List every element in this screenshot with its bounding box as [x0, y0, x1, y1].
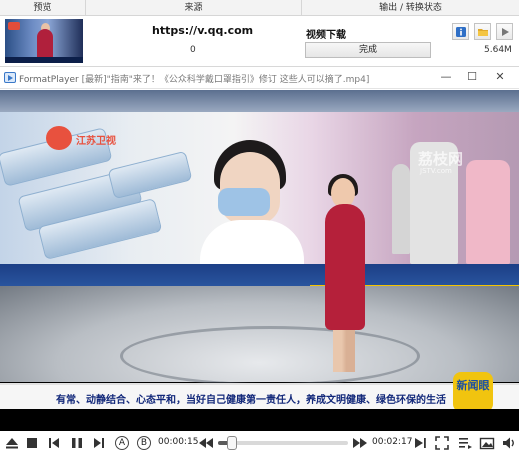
studio-ceiling: [0, 90, 519, 112]
frame-step-icon[interactable]: [412, 435, 428, 451]
watermark-text: 荔枝网: [418, 150, 464, 168]
ticker-text: 有常、动静结合、心态平和，当好自己健康第一责任人，养成文明健康、绿色环保的生活: [56, 395, 446, 406]
pause-icon[interactable]: [69, 435, 85, 451]
player-app-icon: [4, 72, 16, 83]
header-source: 来源: [86, 0, 302, 16]
studio-screen: 江苏卫视 荔枝网 JSTV.com: [0, 112, 519, 264]
task-name: 视频下载: [306, 30, 346, 41]
player-file-title: [最新]"指南"来了！《公众科学戴口罩指引》修订 这些人可以摘了.mp4]: [81, 75, 370, 85]
video-area[interactable]: 江苏卫视 荔枝网 JSTV.com 有常、动静结合、心态平和，当好自己健康第一责…: [0, 90, 519, 431]
maximize-button[interactable]: ☐: [464, 70, 480, 84]
source-count: 0: [190, 45, 196, 55]
task-row[interactable]: https://v.qq.com 0 视频下载 完成 5.64M: [0, 17, 519, 66]
header-preview: 预览: [0, 0, 86, 16]
tv-logo-text: 江苏卫视: [76, 136, 116, 147]
seek-bar[interactable]: [218, 441, 348, 445]
source-url: https://v.qq.com: [152, 24, 254, 37]
b-marker-button[interactable]: B: [137, 436, 151, 450]
playback-controls: A B 00:00:15 00:02:17: [0, 431, 519, 455]
eject-icon[interactable]: [4, 435, 20, 451]
file-size: 5.64M: [484, 45, 512, 55]
open-folder-button[interactable]: [474, 23, 491, 40]
info-icon: [456, 27, 466, 37]
seek-handle[interactable]: [227, 436, 238, 450]
preview-thumbnail[interactable]: [5, 19, 83, 63]
news-ticker: 有常、动静结合、心态平和，当好自己健康第一责任人，养成文明健康、绿色环保的生活: [0, 383, 519, 409]
player-window-title: FormatPlayer [最新]"指南"来了！《公众科学戴口罩指引》修订 这些…: [19, 72, 369, 85]
folder-icon: [478, 29, 488, 36]
play-button[interactable]: [496, 23, 513, 40]
header-output-status: 输出 / 转换状态: [302, 0, 519, 16]
a-marker-button[interactable]: A: [115, 436, 129, 450]
watermark-subtext: JSTV.com: [420, 167, 452, 175]
tv-logo-icon: [46, 126, 72, 150]
info-button[interactable]: [452, 23, 469, 40]
fullscreen-icon[interactable]: [434, 435, 450, 451]
play-icon: [502, 28, 509, 36]
playlist-icon[interactable]: [457, 435, 473, 451]
previous-icon[interactable]: [46, 435, 62, 451]
task-table: 预览 来源 输出 / 转换状态 https://v.qq.com 0 视频下载 …: [0, 0, 519, 67]
rewind-icon[interactable]: [198, 435, 214, 451]
minimize-button[interactable]: —: [438, 70, 454, 84]
status-button[interactable]: 完成: [305, 42, 431, 58]
fast-forward-icon[interactable]: [352, 435, 368, 451]
current-time: 00:00:15: [158, 437, 199, 447]
next-icon[interactable]: [91, 435, 107, 451]
stop-icon[interactable]: [24, 435, 40, 451]
player-app-name: FormatPlayer: [19, 75, 79, 85]
volume-icon[interactable]: [501, 435, 517, 451]
close-button[interactable]: ✕: [492, 70, 508, 84]
player-title-bar: FormatPlayer [最新]"指南"来了！《公众科学戴口罩指引》修订 这些…: [0, 67, 519, 89]
total-time: 00:02:17: [372, 437, 413, 447]
snapshot-icon[interactable]: [479, 435, 495, 451]
program-badge: 新闻眼: [453, 372, 493, 412]
